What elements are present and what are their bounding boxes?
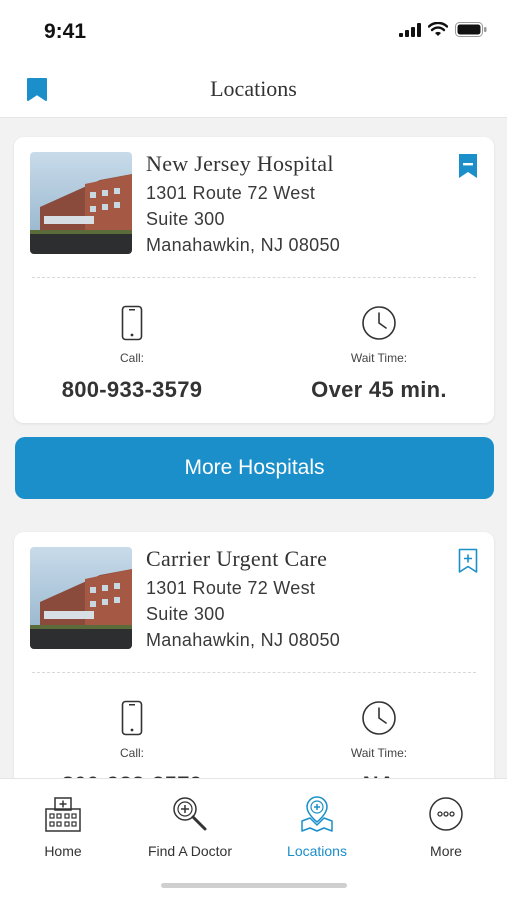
status-icons bbox=[399, 22, 487, 37]
location-photo bbox=[30, 152, 132, 254]
doctor-search-icon bbox=[173, 797, 207, 831]
tab-label: Locations bbox=[287, 843, 347, 859]
location-card[interactable]: New Jersey Hospital 1301 Route 72 West S… bbox=[14, 137, 494, 423]
page-title: Locations bbox=[210, 76, 297, 101]
locations-list[interactable]: New Jersey Hospital 1301 Route 72 West S… bbox=[0, 119, 507, 778]
location-name[interactable]: New Jersey Hospital bbox=[146, 151, 334, 177]
map-pin-icon bbox=[301, 796, 333, 832]
address-line: Manahawkin, NJ 08050 bbox=[146, 630, 341, 650]
wait-time-label: Wait Time: bbox=[350, 351, 408, 365]
call-label: Call: bbox=[119, 746, 144, 760]
signal-icon bbox=[399, 22, 421, 37]
call-section[interactable]: Call: 800-933-3579 bbox=[32, 305, 232, 403]
tab-label: Home bbox=[44, 843, 82, 859]
call-label: Call: bbox=[119, 351, 144, 365]
clock-icon bbox=[362, 306, 396, 340]
call-section[interactable]: Call: 800-933-3579 bbox=[32, 700, 232, 778]
tab-bar: Home Find A Doctor Locations More bbox=[0, 778, 507, 900]
hospital-icon bbox=[45, 797, 81, 832]
tab-more[interactable]: More bbox=[383, 793, 507, 859]
phone-icon bbox=[121, 700, 143, 736]
location-card[interactable]: Carrier Urgent Care 1301 Route 72 West S… bbox=[14, 532, 494, 778]
clock-icon bbox=[362, 701, 396, 735]
divider bbox=[32, 277, 476, 278]
tab-home[interactable]: Home bbox=[0, 793, 126, 859]
wait-time-section: Wait Time: NA bbox=[279, 700, 479, 778]
more-icon bbox=[429, 797, 463, 831]
address-line: 1301 Route 72 West bbox=[146, 578, 316, 598]
phone-number[interactable]: 800-933-3579 bbox=[32, 377, 232, 403]
tab-label: Find A Doctor bbox=[147, 843, 233, 859]
address-line: Suite 300 bbox=[146, 209, 225, 229]
wait-time-label: Wait Time: bbox=[350, 746, 408, 760]
more-hospitals-button[interactable]: More Hospitals bbox=[15, 437, 494, 499]
add-bookmark-icon[interactable] bbox=[458, 548, 478, 579]
status-time: 9:41 bbox=[44, 20, 87, 43]
remove-bookmark-icon[interactable] bbox=[458, 153, 478, 184]
tab-find-a-doctor[interactable]: Find A Doctor bbox=[127, 793, 253, 859]
wait-time-section: Wait Time: Over 45 min. bbox=[279, 305, 479, 403]
phone-icon bbox=[121, 305, 143, 341]
tab-locations[interactable]: Locations bbox=[254, 793, 380, 859]
tab-label: More bbox=[430, 843, 462, 859]
address-line: 1301 Route 72 West bbox=[146, 183, 316, 203]
wifi-icon bbox=[428, 22, 448, 36]
battery-icon bbox=[455, 22, 487, 37]
location-name[interactable]: Carrier Urgent Care bbox=[146, 546, 327, 572]
nav-bar: Locations bbox=[0, 60, 507, 118]
divider bbox=[32, 672, 476, 673]
status-bar: 9:41 bbox=[0, 0, 507, 60]
wait-time-value: Over 45 min. bbox=[311, 377, 447, 402]
location-photo bbox=[30, 547, 132, 649]
address-line: Manahawkin, NJ 08050 bbox=[146, 235, 341, 255]
home-indicator bbox=[161, 883, 347, 888]
address-line: Suite 300 bbox=[146, 604, 225, 624]
